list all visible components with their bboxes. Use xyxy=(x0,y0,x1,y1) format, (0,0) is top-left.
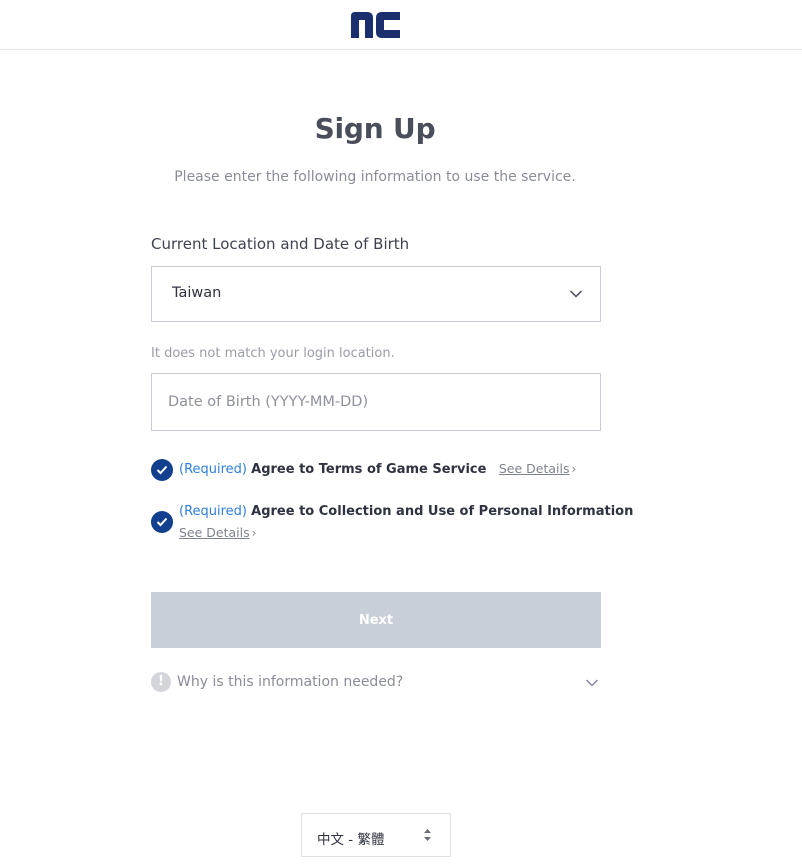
nc-logo[interactable] xyxy=(351,12,400,38)
language-select[interactable]: 中文 - 繁體 xyxy=(301,813,451,857)
see-details-link[interactable]: See Details xyxy=(499,461,570,476)
chevron-right-icon: › xyxy=(571,462,577,476)
header-bar xyxy=(0,0,802,50)
agreement-terms-label: Agree to Terms of Game Service xyxy=(251,462,487,477)
see-details-link[interactable]: See Details xyxy=(179,525,250,540)
dob-input[interactable] xyxy=(151,373,601,431)
info-icon: ! xyxy=(151,672,171,692)
chevron-down-icon xyxy=(569,290,583,298)
agreement-terms-text: (Required) Agree to Terms of Game Servic… xyxy=(179,461,576,477)
check-icon xyxy=(156,465,168,475)
agreement-privacy-text: (Required) Agree to Collection and Use o… xyxy=(179,504,633,519)
chevron-down-icon xyxy=(585,679,599,687)
next-button[interactable]: Next xyxy=(151,592,601,648)
agreement-privacy-label: Agree to Collection and Use of Personal … xyxy=(251,504,634,519)
required-tag: (Required) xyxy=(179,462,248,477)
agreement-privacy-details: See Details › xyxy=(179,525,256,541)
agreement-privacy-checkbox[interactable] xyxy=(151,511,173,533)
check-icon xyxy=(156,517,168,527)
why-info-toggle[interactable]: ! Why is this information needed? xyxy=(151,672,601,694)
location-hint: It does not match your login location. xyxy=(151,346,395,361)
page-subtitle: Please enter the following information t… xyxy=(174,169,576,185)
why-info-label: Why is this information needed? xyxy=(177,674,404,690)
location-select[interactable]: Taiwan xyxy=(151,266,601,322)
sort-arrows-icon xyxy=(424,829,431,841)
agreement-terms-checkbox[interactable] xyxy=(151,459,173,481)
required-tag: (Required) xyxy=(179,504,248,519)
page-title: Sign Up xyxy=(314,112,436,145)
language-select-value: 中文 - 繁體 xyxy=(317,832,385,848)
section-label: Current Location and Date of Birth xyxy=(151,235,410,253)
chevron-right-icon: › xyxy=(251,526,257,540)
location-select-value: Taiwan xyxy=(172,285,222,301)
